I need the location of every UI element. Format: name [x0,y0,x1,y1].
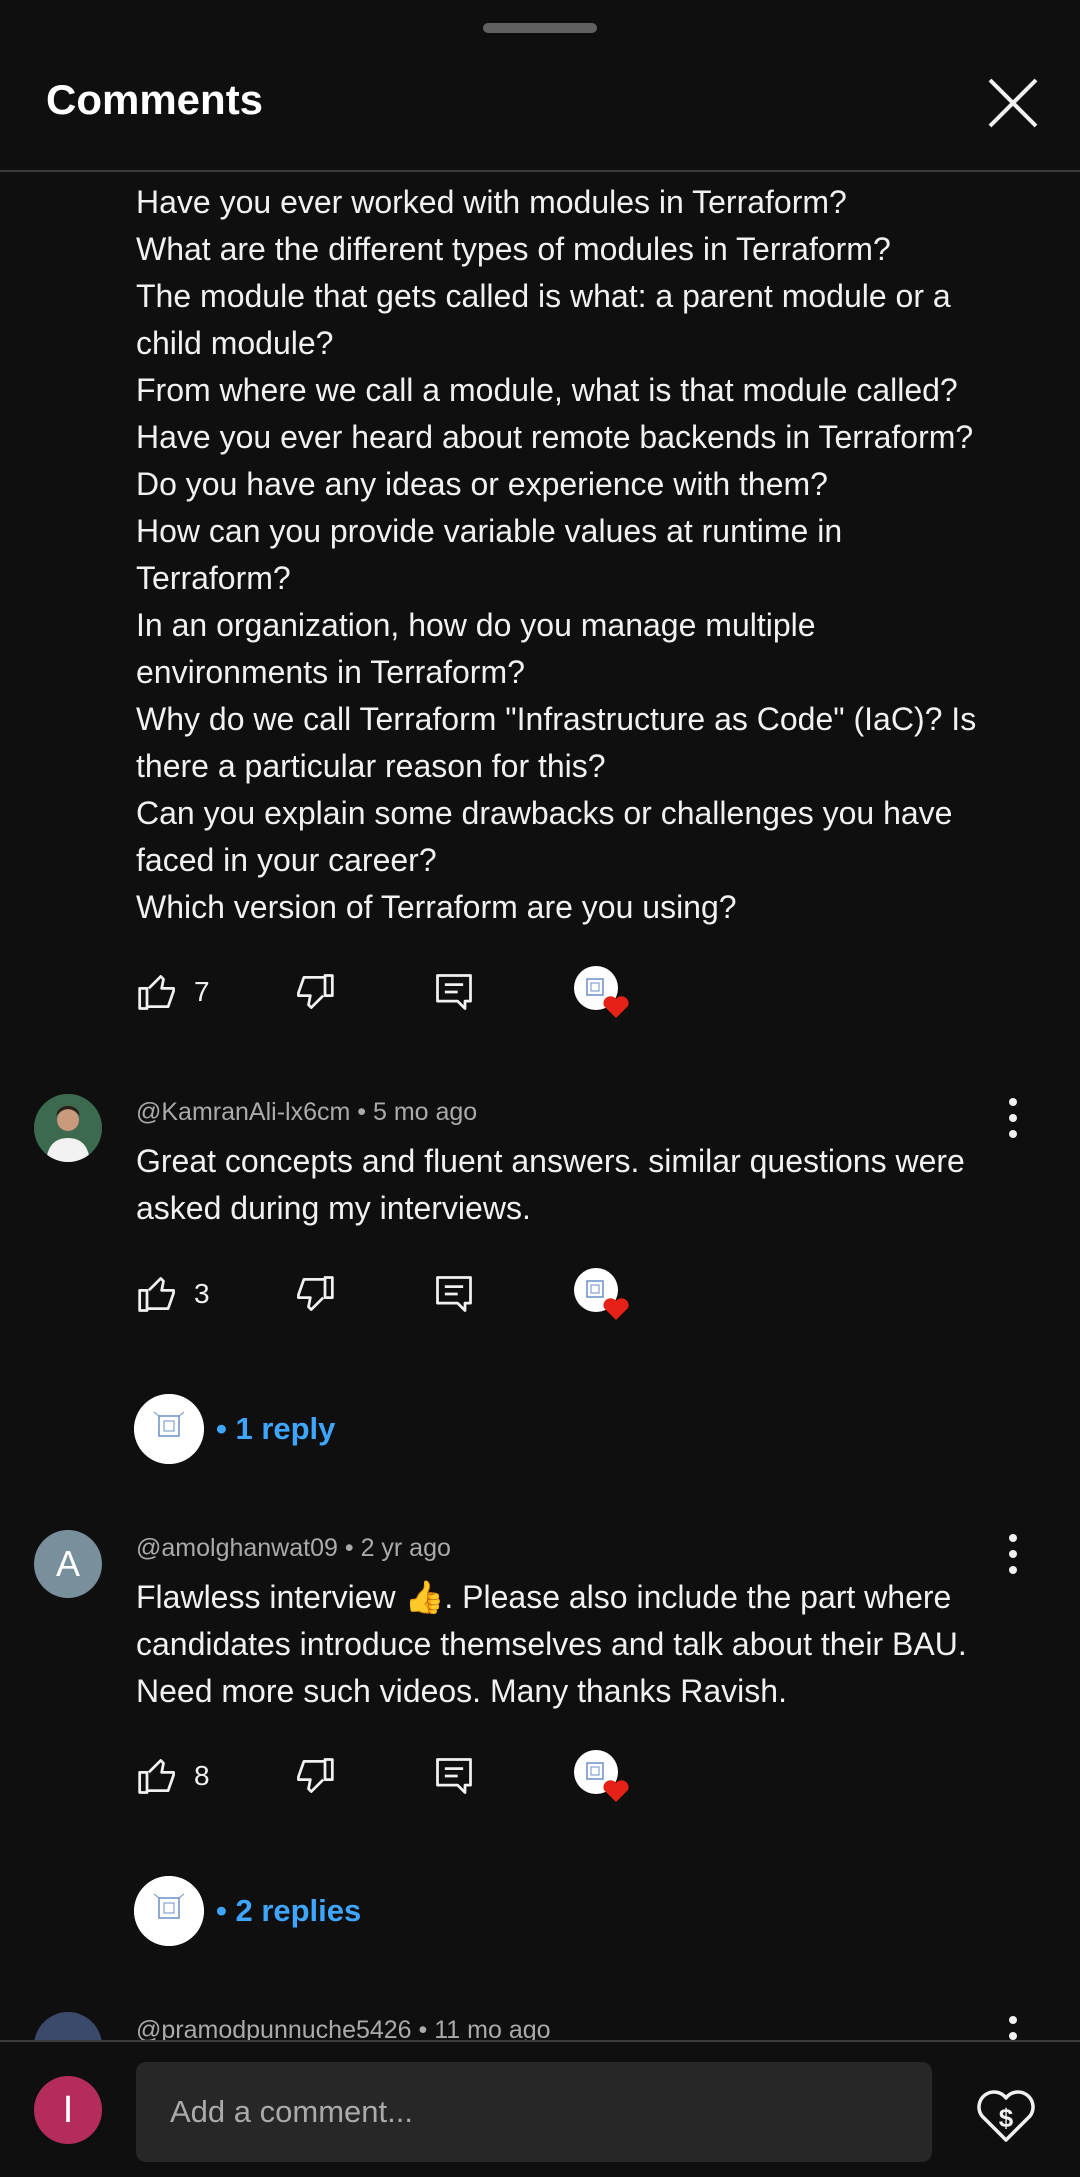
channel-avatar [134,1876,204,1946]
close-icon[interactable] [984,74,1042,132]
dislike-button[interactable] [292,1748,336,1804]
thumbs-down-icon [297,1758,334,1793]
comment-text: Flawless interview 👍. Please also includ… [136,1579,967,1709]
comment-actions: 8 [136,1748,656,1808]
user-avatar[interactable]: I [34,2076,102,2144]
thumbs-up-icon [138,975,175,1010]
avatar[interactable] [34,1094,102,1162]
comment-time: 2 yr ago [360,1534,451,1562]
like-count: 7 [194,976,210,1007]
dislike-button[interactable] [292,964,336,1020]
like-count: 8 [194,1760,210,1791]
creator-heart-icon [574,966,629,1018]
channel-avatar [134,1394,204,1464]
avatar[interactable] [34,2012,102,2040]
comments-header: Comments [0,0,1080,172]
like-button[interactable]: 7 [136,964,210,1020]
panel-title: Comments [46,76,264,123]
comment-time: 5 mo ago [372,1098,478,1126]
comment-text: Have you ever worked with modules in Ter… [136,184,977,925]
author-name[interactable]: @amolghanwat09 [136,1534,338,1562]
replies-count-link[interactable]: • 2 replies [216,1893,361,1929]
svg-text:$: $ [999,2103,1014,2133]
creator-heart-icon [574,1750,629,1802]
reply-icon [436,1276,472,1312]
super-thanks-icon[interactable]: $ [974,2082,1038,2146]
comment-text: Great concepts and fluent answers. simil… [136,1143,965,1226]
like-count: 3 [194,1278,210,1309]
like-button[interactable]: 3 [136,1266,210,1322]
replies-count-link[interactable]: • 1 reply [216,1411,335,1447]
dislike-button[interactable] [292,1266,336,1322]
reply-icon [436,974,472,1010]
comment-meta: @KamranAli-lx6cm • 5 mo ago [136,1098,478,1126]
reply-button[interactable] [432,1266,476,1322]
comment-meta: @amolghanwat09 • 2 yr ago [136,1534,451,1562]
reply-icon [436,1758,472,1794]
person-photo [34,1094,102,1162]
more-options-icon[interactable] [1000,2014,1026,2040]
drag-handle[interactable] [483,23,597,33]
more-options-icon[interactable] [1000,1096,1026,1140]
thumbs-up-icon [138,1759,175,1794]
creator-heart-icon [574,1268,629,1320]
reply-button[interactable] [432,1748,476,1804]
author-name[interactable]: @pramodpunnuche5426 [136,2016,412,2040]
comment-meta: @pramodpunnuche5426 • 11 mo ago [136,2016,551,2040]
view-replies-button[interactable]: • 1 reply [134,1394,335,1464]
comment-composer: I Add a comment... $ [0,2040,1080,2177]
thumbs-down-icon [297,1276,334,1311]
add-comment-input[interactable]: Add a comment... [136,2062,932,2162]
comment-actions: 3 [136,1266,656,1326]
more-options-icon[interactable] [1000,1532,1026,1576]
author-name[interactable]: @KamranAli-lx6cm [136,1098,350,1126]
comments-list[interactable]: Have you ever worked with modules in Ter… [0,174,1080,2040]
avatar[interactable]: A [34,1530,102,1598]
comment-actions: 7 [136,964,656,1024]
view-replies-button[interactable]: • 2 replies [134,1876,361,1946]
reply-button[interactable] [432,964,476,1020]
comment-time: 11 mo ago [434,2016,551,2040]
thumbs-down-icon [297,974,334,1009]
thumbs-up-icon [138,1277,175,1312]
like-button[interactable]: 8 [136,1748,210,1804]
